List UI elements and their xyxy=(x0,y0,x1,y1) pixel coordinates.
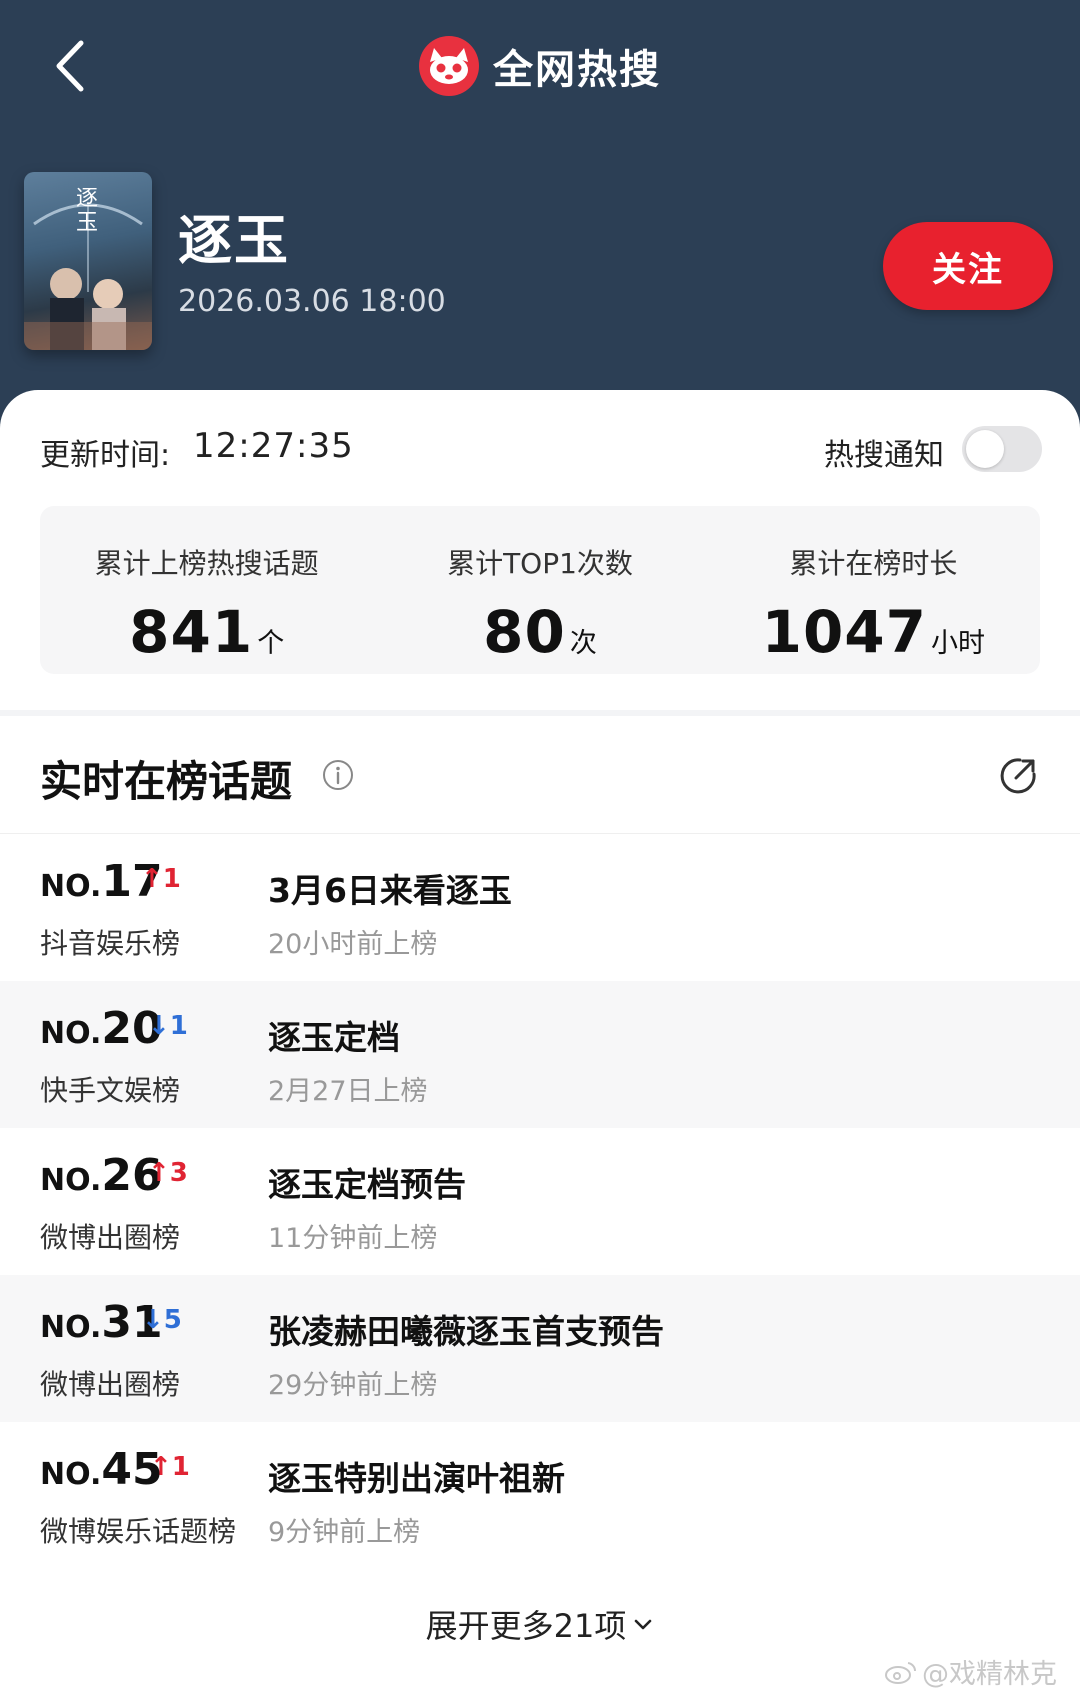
rank-change: ↓5 xyxy=(142,1305,182,1335)
list-item[interactable]: NO. 26 ↑3 微博出圈榜 逐玉定档预告 11分钟前上榜 xyxy=(0,1128,1080,1275)
stat-label: 累计在榜时长 xyxy=(789,547,958,580)
update-time-value: 12:27:35 xyxy=(193,426,354,466)
board-name: 微博娱乐话题榜 xyxy=(40,1515,237,1548)
topic-title: 3月6日来看逐玉 xyxy=(268,871,512,910)
share-icon[interactable] xyxy=(998,756,1038,796)
stat-unit: 小时 xyxy=(931,628,986,659)
rank-change: ↑1 xyxy=(141,864,181,894)
stat-total-topics: 累计上榜热搜话题 841 个 xyxy=(40,506,373,674)
board-name: 微博出圈榜 xyxy=(40,1368,181,1401)
topic-title: 张凌赫田曦薇逐玉首支预告 xyxy=(268,1312,664,1351)
listed-time: 29分钟前上榜 xyxy=(268,1370,438,1401)
cat-logo-icon xyxy=(419,36,479,96)
stat-unit: 个 xyxy=(257,628,285,659)
weibo-icon xyxy=(885,1661,917,1684)
rank: NO. 26 xyxy=(40,1150,163,1201)
listed-time: 2月27日上榜 xyxy=(268,1076,428,1107)
list-item[interactable]: NO. 17 ↑1 抖音娱乐榜 3月6日来看逐玉 20小时前上榜 xyxy=(0,834,1080,981)
stat-top1-count: 累计TOP1次数 80 次 xyxy=(373,506,706,674)
hot-search-notify-label: 热搜通知 xyxy=(824,438,944,473)
section-title: 实时在榜话题 xyxy=(40,757,293,806)
topic-title: 逐玉定档预告 xyxy=(268,1165,466,1204)
list-item[interactable]: NO. 20 ↓1 快手文娱榜 逐玉定档 2月27日上榜 xyxy=(0,981,1080,1128)
rank-prefix: NO. xyxy=(40,1016,102,1051)
stat-label: 累计上榜热搜话题 xyxy=(94,547,319,580)
follow-button[interactable]: 关注 xyxy=(883,222,1053,310)
realtime-topics-panel: 实时在榜话题 NO. 17 ↑1 抖音娱乐榜 3月6日来看逐玉 20小时前上榜 … xyxy=(0,716,1080,1693)
watermark: @戏精林克 xyxy=(884,1652,1057,1691)
watermark-text: @戏精林克 xyxy=(922,1659,1057,1690)
topic-title: 逐玉特别出演叶祖新 xyxy=(268,1459,565,1498)
summary-panel: 更新时间: 12:27:35 热搜通知 累计上榜热搜话题 841 个 累计TOP… xyxy=(0,390,1080,710)
page-title: 全网热搜 xyxy=(493,47,661,93)
show-name: 逐玉 xyxy=(178,209,290,272)
chevron-down-icon xyxy=(635,1619,652,1630)
list-header: 实时在榜话题 xyxy=(0,716,1080,834)
listed-time: 11分钟前上榜 xyxy=(268,1223,438,1254)
list-item[interactable]: NO. 45 ↑1 微博娱乐话题榜 逐玉特别出演叶祖新 9分钟前上榜 xyxy=(0,1422,1080,1569)
rank-change: ↑1 xyxy=(150,1452,190,1482)
listed-time: 9分钟前上榜 xyxy=(268,1517,421,1548)
show-air-time: 2026.03.06 18:00 xyxy=(178,284,446,319)
nav-title-group: 全网热搜 xyxy=(0,36,1080,96)
stat-value: 841 xyxy=(129,598,254,666)
board-name: 快手文娱榜 xyxy=(40,1074,181,1107)
info-icon[interactable] xyxy=(322,759,354,791)
poster-title: 逐玉 xyxy=(72,186,97,234)
rank: NO. 20 xyxy=(40,1003,163,1054)
rank: NO. 45 xyxy=(40,1444,163,1495)
expand-more-label: 展开更多21项 xyxy=(425,1607,627,1645)
rank-prefix: NO. xyxy=(40,1163,102,1198)
stat-total-hours: 累计在榜时长 1047 小时 xyxy=(707,506,1040,674)
rank-prefix: NO. xyxy=(40,869,102,904)
notify-toggle[interactable] xyxy=(962,426,1042,472)
stats-box: 累计上榜热搜话题 841 个 累计TOP1次数 80 次 累计在榜时长 1047… xyxy=(40,506,1040,674)
toggle-knob xyxy=(966,430,1004,468)
stat-unit: 次 xyxy=(569,628,597,659)
top-nav: 全网热搜 xyxy=(0,0,1080,135)
list-item[interactable]: NO. 31 ↓5 微博出圈榜 张凌赫田曦薇逐玉首支预告 29分钟前上榜 xyxy=(0,1275,1080,1422)
listed-time: 20小时前上榜 xyxy=(268,929,438,960)
rank-change: ↓1 xyxy=(148,1011,188,1041)
rank-prefix: NO. xyxy=(40,1457,102,1492)
expand-more-button[interactable]: 展开更多21项 xyxy=(0,1594,1080,1654)
board-name: 抖音娱乐榜 xyxy=(40,927,181,960)
update-time-label: 更新时间: xyxy=(40,438,171,473)
rank-change: ↑3 xyxy=(148,1158,188,1188)
board-name: 微博出圈榜 xyxy=(40,1221,181,1254)
show-poster[interactable]: 逐玉 xyxy=(24,172,152,350)
stat-value: 1047 xyxy=(761,598,928,666)
stat-value: 80 xyxy=(483,598,566,666)
rank-prefix: NO. xyxy=(40,1310,102,1345)
stat-label: 累计TOP1次数 xyxy=(447,547,633,580)
topic-title: 逐玉定档 xyxy=(268,1018,400,1057)
